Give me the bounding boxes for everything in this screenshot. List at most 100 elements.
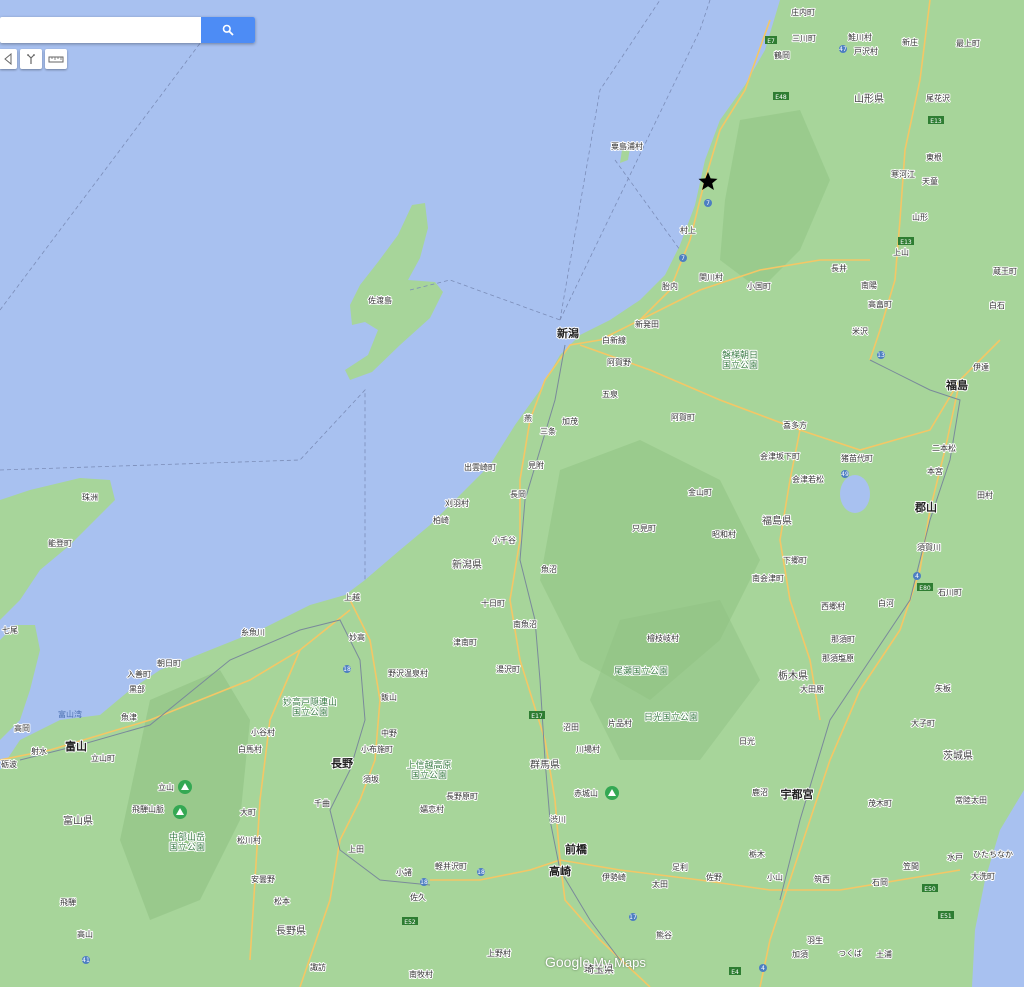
svg-text:E7: E7 bbox=[767, 38, 775, 45]
place-label-sanjo: 三条 bbox=[540, 426, 556, 436]
place-label-chikuma: 千曲 bbox=[314, 798, 330, 808]
place-label-nagaoka: 長岡 bbox=[510, 490, 526, 499]
place-label-mitsuke: 見附 bbox=[528, 460, 544, 470]
place-label-karuizawa: 軽井沢町 bbox=[435, 861, 467, 871]
place-label-matsumoto: 松本 bbox=[274, 896, 290, 906]
marker-icon bbox=[3, 53, 11, 65]
place-label-otari: 小谷村 bbox=[251, 727, 275, 737]
place-label-hitachinaka: ひたちなか bbox=[973, 850, 1013, 859]
search-button[interactable] bbox=[201, 17, 255, 43]
svg-text:E51: E51 bbox=[940, 913, 952, 920]
map-canvas[interactable]: E7 E48 E13 E13 E17 E80 E52 E50 E51 E4 7 … bbox=[0, 0, 1024, 987]
place-label-nanyo: 南陽 bbox=[861, 280, 877, 290]
place-label-ibaraki: 茨城県 bbox=[943, 749, 973, 762]
place-label-inawashiro: 猪苗代町 bbox=[841, 453, 873, 463]
place-label-koriyama: 郡山 bbox=[914, 500, 937, 514]
search-input[interactable] bbox=[0, 17, 200, 43]
place-label-sado: 佐渡島 bbox=[368, 295, 392, 305]
svg-text:E80: E80 bbox=[919, 585, 931, 592]
place-label-date: 伊達 bbox=[973, 362, 989, 372]
svg-text:7: 7 bbox=[706, 200, 710, 207]
place-label-matsukawa: 松川村 bbox=[237, 835, 261, 845]
place-label-nyuzen: 入善町 bbox=[127, 669, 151, 679]
place-label-tonami: 砺波 bbox=[1, 759, 17, 769]
measure-button[interactable] bbox=[45, 49, 67, 69]
place-label-hida: 飛騨山脈 bbox=[132, 804, 164, 814]
place-label-tochigi: 栃木 bbox=[749, 849, 765, 859]
svg-text:E13: E13 bbox=[930, 118, 942, 125]
place-label-saku: 佐久 bbox=[410, 892, 426, 902]
svg-text:E52: E52 bbox=[404, 919, 416, 926]
place-label-maebashi: 前橋 bbox=[565, 842, 588, 856]
svg-text:E4: E4 bbox=[731, 969, 739, 976]
place-label-shirakawa: 白河 bbox=[878, 598, 894, 608]
svg-text:13: 13 bbox=[877, 352, 885, 359]
place-label-yonezawa: 米沢 bbox=[852, 326, 868, 336]
place-label-kazo: 加須 bbox=[792, 949, 808, 959]
place-label-ashikaga: 足利 bbox=[672, 862, 688, 872]
place-label-utsunomiya: 宇都宮 bbox=[781, 787, 814, 801]
place-label-tadami: 只見町 bbox=[632, 524, 656, 533]
peak-icon-hida bbox=[173, 805, 187, 819]
add-marker-button[interactable] bbox=[0, 49, 17, 69]
place-label-shibata: 新発田 bbox=[635, 319, 659, 329]
place-label-chubu: 中部山岳国立公園 bbox=[169, 831, 205, 853]
svg-text:E13: E13 bbox=[900, 239, 912, 246]
place-label-shimogo: 下郷町 bbox=[783, 556, 807, 565]
place-label-kaneyama: 金山町 bbox=[688, 487, 712, 497]
place-label-kashiwazaki: 柏崎 bbox=[433, 515, 449, 525]
place-label-suzaka: 須坂 bbox=[363, 774, 379, 784]
svg-text:17: 17 bbox=[629, 914, 637, 921]
place-label-kariwa: 刈羽村 bbox=[445, 498, 469, 508]
place-label-tsuruoka: 鶴岡 bbox=[774, 50, 790, 60]
place-label-isesaki: 伊勢崎 bbox=[602, 872, 626, 882]
place-label-aizubange: 会津坂下町 bbox=[760, 451, 800, 461]
svg-text:18: 18 bbox=[343, 666, 351, 673]
svg-text:E50: E50 bbox=[924, 886, 936, 893]
peak-icon-tateyama bbox=[178, 780, 192, 794]
place-label-tendo: 天童 bbox=[922, 176, 938, 186]
place-label-imizu: 射水 bbox=[31, 746, 47, 756]
svg-text:41: 41 bbox=[82, 957, 90, 964]
place-label-noto: 能登町 bbox=[48, 538, 72, 548]
place-label-tsumagoi: 嬬恋村 bbox=[420, 804, 444, 814]
place-label-toyamawan: 富山湾 bbox=[58, 709, 82, 719]
place-label-yaita: 矢板 bbox=[935, 683, 951, 693]
place-label-shiroishi: 白石 bbox=[989, 300, 1005, 310]
place-label-sekikawa: 関川村 bbox=[699, 272, 723, 282]
place-label-ohtawara: 大田原 bbox=[800, 684, 824, 694]
logo-google: Google bbox=[545, 954, 591, 970]
place-label-mito: 水戸 bbox=[947, 852, 963, 862]
place-label-motegi: 茂木町 bbox=[868, 798, 892, 808]
place-label-hakuba: 白馬村 bbox=[238, 744, 262, 754]
svg-text:4: 4 bbox=[761, 965, 765, 972]
svg-text:4: 4 bbox=[915, 573, 919, 580]
place-label-daigo: 大子町 bbox=[911, 718, 935, 728]
directions-button[interactable] bbox=[20, 49, 42, 69]
svg-text:49: 49 bbox=[841, 471, 849, 478]
place-label-takahata: 高畠町 bbox=[868, 299, 892, 309]
place-label-higashine: 東根 bbox=[926, 152, 942, 162]
place-label-tateyamamachi: 立山町 bbox=[91, 753, 115, 763]
place-label-joshin: 上信越高原国立公園 bbox=[406, 759, 451, 781]
place-label-oyama: 小山 bbox=[767, 872, 783, 882]
place-label-ueda: 上田 bbox=[348, 845, 364, 854]
place-label-mikawa: 三川町 bbox=[792, 34, 816, 43]
place-label-murakami: 村上 bbox=[680, 225, 696, 235]
place-label-minamiuonuma: 南魚沼 bbox=[513, 619, 537, 629]
place-label-katashina: 片品村 bbox=[608, 718, 632, 728]
place-label-uozu: 魚津 bbox=[121, 712, 137, 722]
place-label-toyama: 富山 bbox=[65, 739, 87, 753]
place-label-nagai: 長井 bbox=[831, 263, 847, 273]
map-tools bbox=[0, 49, 67, 69]
place-label-kamino: 上野村 bbox=[487, 948, 511, 958]
place-label-bandai: 磐梯朝日国立公園 bbox=[722, 349, 758, 371]
place-label-shinjo: 新庄 bbox=[902, 37, 918, 47]
place-label-tozawa: 戸沢村 bbox=[854, 46, 878, 56]
place-label-nagano-pref: 長野県 bbox=[276, 925, 306, 937]
place-label-nozawa: 野沢温泉村 bbox=[388, 668, 428, 678]
place-label-kitakata: 喜多方 bbox=[783, 420, 807, 430]
place-label-naganohara: 長野原町 bbox=[446, 792, 478, 801]
place-label-tsunan: 津南町 bbox=[453, 637, 477, 647]
place-label-ojiya: 小千谷 bbox=[492, 535, 516, 545]
